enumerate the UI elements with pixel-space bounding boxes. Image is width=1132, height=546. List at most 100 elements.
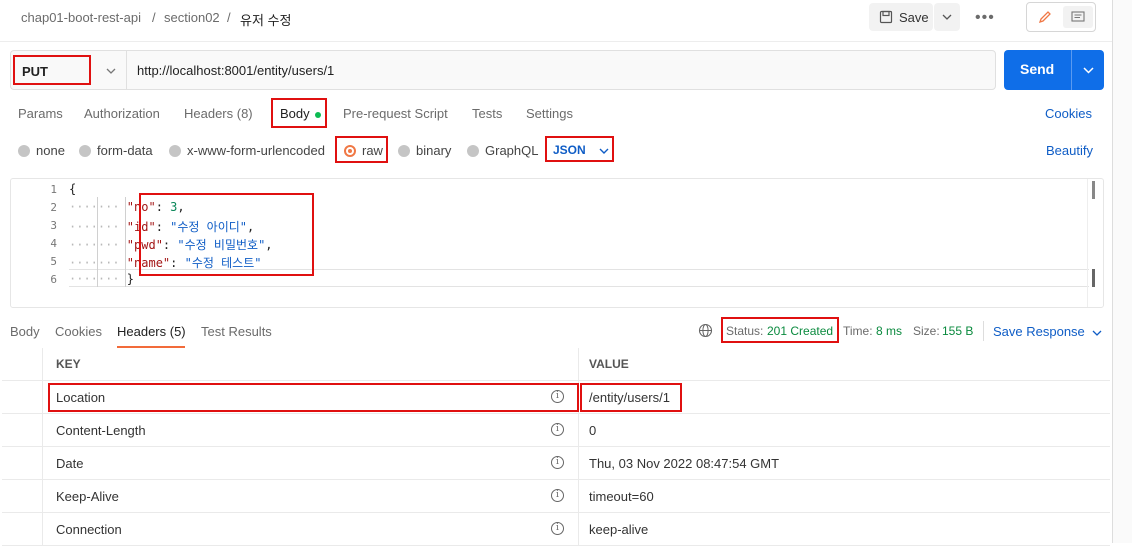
response-tab-cookies[interactable]: Cookies [55, 324, 102, 339]
documentation-mode-button[interactable] [1063, 6, 1093, 28]
line-number: 1 [50, 183, 57, 196]
header-value: /entity/users/1 [589, 390, 670, 405]
radio-binary[interactable]: binary [398, 143, 451, 158]
size-value[interactable]: 155 B [942, 324, 973, 338]
table-row: Location i /entity/users/1 [2, 381, 1110, 414]
radio-none[interactable]: none [18, 143, 65, 158]
radio-urlencoded[interactable]: x-www-form-urlencoded [169, 143, 325, 158]
json-sep: : [170, 256, 185, 270]
info-icon[interactable]: i [551, 456, 564, 469]
column-header-key: KEY [56, 357, 81, 371]
body-editor[interactable]: 1 2 3 4 5 6 { ······· "no": 3, ······· "… [10, 178, 1104, 308]
response-tab-test-results[interactable]: Test Results [201, 324, 272, 339]
breadcrumb-collection[interactable]: chap01-boot-rest-api [21, 10, 141, 25]
info-icon[interactable]: i [551, 390, 564, 403]
radio-raw[interactable]: raw [344, 143, 383, 158]
save-dropdown-button[interactable] [934, 3, 960, 31]
info-icon[interactable]: i [551, 423, 564, 436]
save-response-label: Save Response [993, 324, 1085, 339]
url-text: http://localhost:8001/entity/users/1 [137, 63, 335, 78]
tab-body-label: Body [280, 106, 310, 121]
size-label: Size: [913, 324, 940, 338]
header-key: Date [56, 456, 84, 471]
send-divider [1071, 50, 1072, 90]
top-bar: chap01-boot-rest-api / section02 / 유저 수정… [0, 0, 1112, 42]
save-button-label: Save [899, 9, 929, 25]
response-tab-headers[interactable]: Headers (5) [117, 324, 186, 339]
tab-authorization[interactable]: Authorization [84, 106, 160, 121]
code-open-brace: { [69, 182, 77, 196]
json-key: "name" [126, 256, 171, 270]
code-line-close: ······· } [69, 272, 135, 286]
json-tail: , [177, 200, 185, 214]
json-tail: , [247, 220, 255, 234]
edit-mode-button[interactable] [1030, 6, 1060, 28]
info-icon[interactable]: i [551, 522, 564, 535]
beautify-link[interactable]: Beautify [1046, 143, 1093, 158]
save-button[interactable]: Save [869, 3, 933, 31]
globe-icon[interactable] [698, 323, 713, 338]
radio-label: raw [362, 143, 383, 158]
body-indicator-dot [314, 111, 321, 118]
json-value: "수정 테스트" [184, 256, 262, 270]
breadcrumb-folder[interactable]: section02 [164, 10, 220, 25]
scrollbar-thumb[interactable] [1092, 181, 1095, 199]
radio-circle-selected [344, 144, 356, 157]
radio-label: binary [416, 143, 452, 158]
radio-graphql[interactable]: GraphQL [467, 143, 538, 158]
chevron-down-icon [106, 68, 116, 74]
method-label: PUT [22, 64, 48, 79]
breadcrumb-request-name[interactable]: 유저 수정 [240, 10, 291, 29]
radio-circle [169, 144, 181, 157]
code-close-brace: } [126, 272, 135, 286]
format-select[interactable]: JSON [553, 143, 609, 157]
chevron-down-icon [599, 148, 609, 154]
active-line-highlight [69, 269, 1089, 287]
table-row: Content-Length i 0 [2, 414, 1110, 447]
header-value: keep-alive [589, 522, 649, 537]
table-row: Connection i keep-alive [2, 513, 1110, 546]
table-row: Keep-Alive i timeout=60 [2, 480, 1110, 513]
scrollbar-marker [1092, 269, 1095, 287]
url-input[interactable]: http://localhost:8001/entity/users/1 [126, 50, 996, 90]
cookies-link[interactable]: Cookies [1045, 106, 1092, 121]
header-key: Keep-Alive [56, 489, 119, 504]
send-button-label: Send [1020, 61, 1055, 77]
editor-scrollbar[interactable] [1087, 179, 1099, 307]
code-line-id: ······· "id": "수정 아이디", [69, 220, 255, 234]
line-number: 6 [50, 273, 57, 286]
json-sep: : [155, 200, 171, 214]
method-select[interactable]: PUT [10, 50, 126, 90]
code-line-pwd: ······· "pwd": "수정 비밀번호", [69, 238, 273, 252]
line-number: 5 [50, 255, 57, 268]
response-tab-body[interactable]: Body [10, 324, 40, 339]
tab-tests[interactable]: Tests [472, 106, 502, 121]
tab-pre-request-script[interactable]: Pre-request Script [343, 106, 448, 121]
time-value[interactable]: 8 ms [876, 324, 902, 338]
breadcrumb-separator: / [152, 10, 156, 25]
radio-label: form-data [97, 143, 153, 158]
tab-headers[interactable]: Headers (8) [184, 106, 253, 121]
tab-params[interactable]: Params [18, 106, 63, 121]
json-tail: , [265, 238, 273, 252]
json-key: "id" [126, 220, 156, 234]
tab-settings[interactable]: Settings [526, 106, 573, 121]
send-button[interactable]: Send [1004, 50, 1104, 90]
save-response-button[interactable]: Save Response [993, 324, 1102, 339]
line-number: 4 [50, 237, 57, 250]
header-key: Connection [56, 522, 122, 537]
json-key: "no" [126, 200, 156, 214]
status-value[interactable]: 201 Created [767, 324, 833, 338]
format-select-label: JSON [553, 143, 586, 157]
view-mode-toggle [1026, 2, 1096, 32]
more-options-icon[interactable]: ••• [975, 9, 995, 27]
line-number: 3 [50, 219, 57, 232]
radio-form-data[interactable]: form-data [79, 143, 153, 158]
tab-body[interactable]: Body [280, 106, 321, 121]
info-icon[interactable]: i [551, 489, 564, 502]
chevron-down-icon[interactable] [1083, 67, 1094, 74]
table-header-row: KEY VALUE [2, 348, 1110, 381]
chevron-down-icon [942, 14, 952, 20]
json-value: "수정 비밀번호" [177, 238, 266, 252]
time-label: Time: [843, 324, 873, 338]
